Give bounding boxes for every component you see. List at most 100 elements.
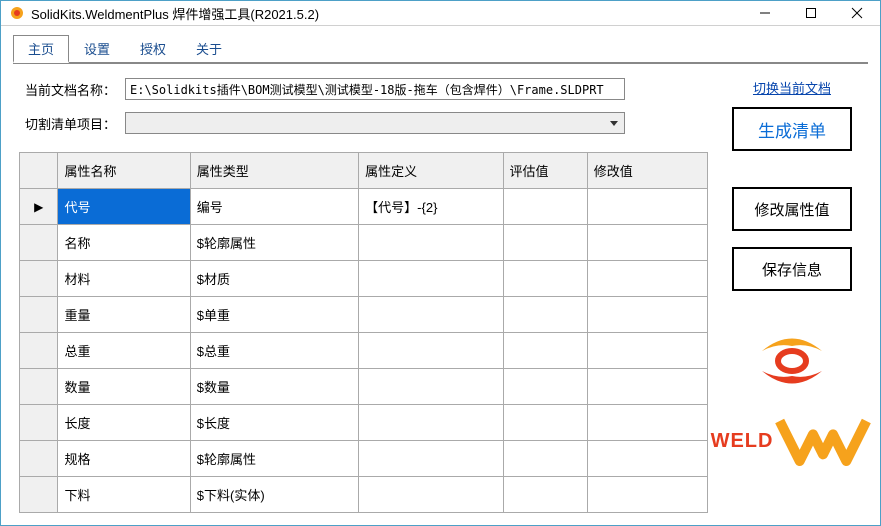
row-selector[interactable] — [20, 369, 58, 405]
tab-settings[interactable]: 设置 — [69, 35, 125, 63]
row-selector[interactable] — [20, 441, 58, 477]
tab-about[interactable]: 关于 — [181, 35, 237, 63]
cell-type[interactable]: $材质 — [190, 261, 358, 297]
cutlist-label: 切割清单项目： — [25, 114, 125, 133]
titlebar: SolidKits.WeldmentPlus 焊件增强工具(R2021.5.2) — [1, 1, 880, 26]
window-controls — [742, 1, 880, 25]
cell-def[interactable] — [359, 477, 503, 513]
cell-type[interactable]: $总重 — [190, 333, 358, 369]
properties-table-wrap: 属性名称 属性类型 属性定义 评估值 修改值 ▶代号编号【代号】-{2}名称$轮… — [19, 152, 708, 513]
cell-eval[interactable] — [503, 333, 587, 369]
col-name[interactable]: 属性名称 — [58, 153, 190, 189]
table-row[interactable]: 长度$长度 — [20, 405, 708, 441]
table-row[interactable]: 规格$轮廓属性 — [20, 441, 708, 477]
logo-w-icon — [773, 401, 873, 481]
table-row[interactable]: 名称$轮廓属性 — [20, 225, 708, 261]
row-selector[interactable] — [20, 333, 58, 369]
tab-bar: 主页 设置 授权 关于 — [13, 34, 868, 64]
col-def[interactable]: 属性定义 — [359, 153, 503, 189]
cell-mod[interactable] — [587, 369, 707, 405]
row-selector[interactable] — [20, 405, 58, 441]
cell-mod[interactable] — [587, 441, 707, 477]
save-info-button[interactable]: 保存信息 — [732, 247, 852, 291]
tab-home[interactable]: 主页 — [13, 35, 69, 63]
cell-type[interactable]: $长度 — [190, 405, 358, 441]
cell-eval[interactable] — [503, 297, 587, 333]
cell-def[interactable] — [359, 369, 503, 405]
cell-type[interactable]: 编号 — [190, 189, 358, 225]
cell-eval[interactable] — [503, 369, 587, 405]
properties-table: 属性名称 属性类型 属性定义 评估值 修改值 ▶代号编号【代号】-{2}名称$轮… — [19, 152, 708, 513]
cell-name[interactable]: 名称 — [58, 225, 190, 261]
logo-text: WELD — [711, 401, 874, 481]
cell-eval[interactable] — [503, 477, 587, 513]
table-row[interactable]: 总重$总重 — [20, 333, 708, 369]
cell-mod[interactable] — [587, 477, 707, 513]
table-row[interactable]: 下料$下料(实体) — [20, 477, 708, 513]
cell-def[interactable] — [359, 441, 503, 477]
row-selector[interactable] — [20, 477, 58, 513]
col-eval[interactable]: 评估值 — [503, 153, 587, 189]
row-selector[interactable] — [20, 225, 58, 261]
window-title: SolidKits.WeldmentPlus 焊件增强工具(R2021.5.2) — [31, 4, 742, 23]
app-window: SolidKits.WeldmentPlus 焊件增强工具(R2021.5.2)… — [0, 0, 881, 526]
cell-name[interactable]: 规格 — [58, 441, 190, 477]
cell-type[interactable]: $下料(实体) — [190, 477, 358, 513]
cell-mod[interactable] — [587, 261, 707, 297]
cell-name[interactable]: 材料 — [58, 261, 190, 297]
form-rows: 当前文档名称： E:\Solidkits插件\BOM测试模型\测试模型-18版-… — [19, 78, 708, 152]
row-selector[interactable] — [20, 297, 58, 333]
col-rowhead — [20, 153, 58, 189]
close-button[interactable] — [834, 1, 880, 25]
cell-eval[interactable] — [503, 225, 587, 261]
cell-mod[interactable] — [587, 333, 707, 369]
cell-mod[interactable] — [587, 405, 707, 441]
cell-type[interactable]: $轮廓属性 — [190, 441, 358, 477]
cutlist-dropdown[interactable] — [125, 112, 625, 134]
cell-eval[interactable] — [503, 441, 587, 477]
cell-def[interactable] — [359, 225, 503, 261]
brand-logo: WELD — [711, 321, 874, 481]
row-selector[interactable]: ▶ — [20, 189, 58, 225]
cell-def[interactable]: 【代号】-{2} — [359, 189, 503, 225]
cell-def[interactable] — [359, 333, 503, 369]
generate-list-button[interactable]: 生成清单 — [732, 107, 852, 151]
modify-value-button[interactable]: 修改属性值 — [732, 187, 852, 231]
switch-doc-link[interactable]: 切换当前文档 — [753, 78, 831, 97]
cell-name[interactable]: 长度 — [58, 405, 190, 441]
cell-type[interactable]: $轮廓属性 — [190, 225, 358, 261]
table-row[interactable]: 材料$材质 — [20, 261, 708, 297]
table-row[interactable]: 重量$单重 — [20, 297, 708, 333]
cell-def[interactable] — [359, 261, 503, 297]
cell-mod[interactable] — [587, 297, 707, 333]
cell-eval[interactable] — [503, 189, 587, 225]
doc-path-field[interactable]: E:\Solidkits插件\BOM测试模型\测试模型-18版-拖车（包含焊件）… — [125, 78, 625, 100]
tab-license[interactable]: 授权 — [125, 35, 181, 63]
cell-name[interactable]: 代号 — [58, 189, 190, 225]
minimize-button[interactable] — [742, 1, 788, 25]
maximize-button[interactable] — [788, 1, 834, 25]
table-row[interactable]: ▶代号编号【代号】-{2} — [20, 189, 708, 225]
cell-mod[interactable] — [587, 189, 707, 225]
content-area: 主页 设置 授权 关于 当前文档名称： E:\Solidkits插件\BOM测试… — [1, 26, 880, 525]
col-type[interactable]: 属性类型 — [190, 153, 358, 189]
doc-name-label: 当前文档名称： — [25, 80, 125, 99]
doc-name-row: 当前文档名称： E:\Solidkits插件\BOM测试模型\测试模型-18版-… — [25, 78, 702, 100]
cell-type[interactable]: $数量 — [190, 369, 358, 405]
cell-name[interactable]: 重量 — [58, 297, 190, 333]
cell-def[interactable] — [359, 405, 503, 441]
app-icon — [9, 5, 25, 21]
row-selector[interactable] — [20, 261, 58, 297]
cell-def[interactable] — [359, 297, 503, 333]
cell-name[interactable]: 数量 — [58, 369, 190, 405]
cell-eval[interactable] — [503, 261, 587, 297]
cutlist-row: 切割清单项目： — [25, 112, 702, 134]
cell-type[interactable]: $单重 — [190, 297, 358, 333]
main-area: 当前文档名称： E:\Solidkits插件\BOM测试模型\测试模型-18版-… — [13, 78, 868, 513]
col-mod[interactable]: 修改值 — [587, 153, 707, 189]
cell-name[interactable]: 总重 — [58, 333, 190, 369]
table-row[interactable]: 数量$数量 — [20, 369, 708, 405]
cell-name[interactable]: 下料 — [58, 477, 190, 513]
cell-eval[interactable] — [503, 405, 587, 441]
cell-mod[interactable] — [587, 225, 707, 261]
